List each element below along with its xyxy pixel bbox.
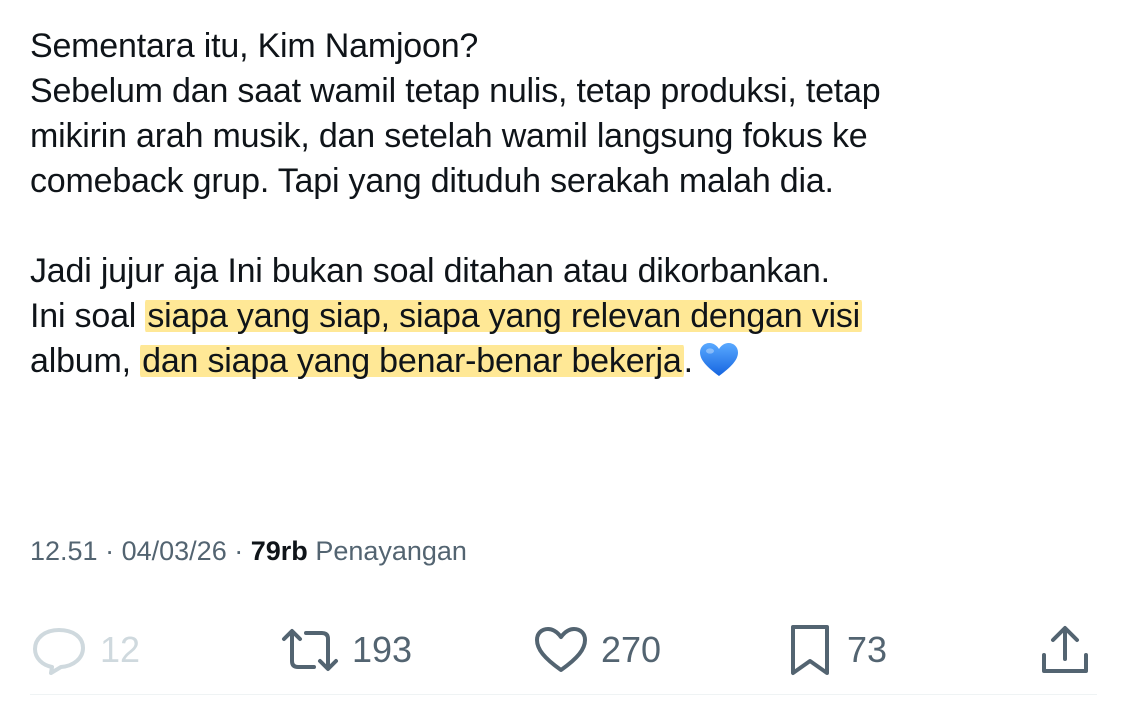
tweet-line: album, dan siapa yang benar-benar bekerj…: [30, 339, 1100, 384]
tweet-line-suffix: .: [683, 342, 693, 380]
reply-icon: [30, 625, 88, 675]
like-count: 270: [601, 629, 662, 670]
meta-separator: ·: [105, 536, 115, 566]
retweet-button[interactable]: 193: [280, 615, 412, 685]
meta-separator: ·: [234, 536, 244, 566]
tweet-line: comeback grup. Tapi yang dituduh serakah…: [30, 162, 834, 200]
like-button[interactable]: 270: [533, 615, 661, 685]
reply-count: 12: [100, 629, 141, 670]
tweet-text: Sementara itu, Kim Namjoon? Sebelum dan …: [30, 24, 1100, 384]
tweet-line: Sementara itu, Kim Namjoon?: [30, 27, 479, 65]
tweet-time: 12.51: [30, 536, 98, 566]
tweet-line: Ini soal siapa yang siap, siapa yang rel…: [30, 294, 1100, 339]
bookmark-button[interactable]: 73: [785, 615, 887, 685]
tweet-line: Sebelum dan saat wamil tetap nulis, teta…: [30, 72, 881, 110]
highlighted-text: dan siapa yang benar-benar bekerja: [140, 342, 684, 380]
tweet-line: Jadi jujur aja Ini bukan soal ditahan at…: [30, 252, 830, 290]
tweet-line: mikirin arah musik, dan setelah wamil la…: [30, 117, 868, 155]
reply-button[interactable]: 12: [30, 615, 140, 685]
tweet-actions-bar: 12 193 270 73: [0, 615, 1125, 685]
views-label: Penayangan: [315, 536, 467, 566]
tweet-meta: 12.51 · 04/03/26 · 79rb Penayangan: [30, 536, 467, 567]
tweet-line-prefix: album,: [30, 342, 141, 380]
highlighted-text: siapa yang siap, siapa yang relevan deng…: [145, 297, 863, 335]
bookmark-icon: [785, 623, 835, 677]
retweet-count: 193: [352, 629, 413, 670]
blue-heart-icon: [699, 342, 739, 378]
bookmark-count: 73: [847, 629, 888, 670]
tweet-date: 04/03/26: [121, 536, 227, 566]
share-button[interactable]: [1038, 615, 1092, 685]
heart-icon: [533, 625, 589, 675]
tweet-line-prefix: Ini soal: [30, 297, 146, 335]
share-icon: [1038, 623, 1092, 677]
divider: [30, 694, 1097, 695]
retweet-icon: [280, 625, 340, 675]
views-count: 79rb: [250, 536, 308, 566]
